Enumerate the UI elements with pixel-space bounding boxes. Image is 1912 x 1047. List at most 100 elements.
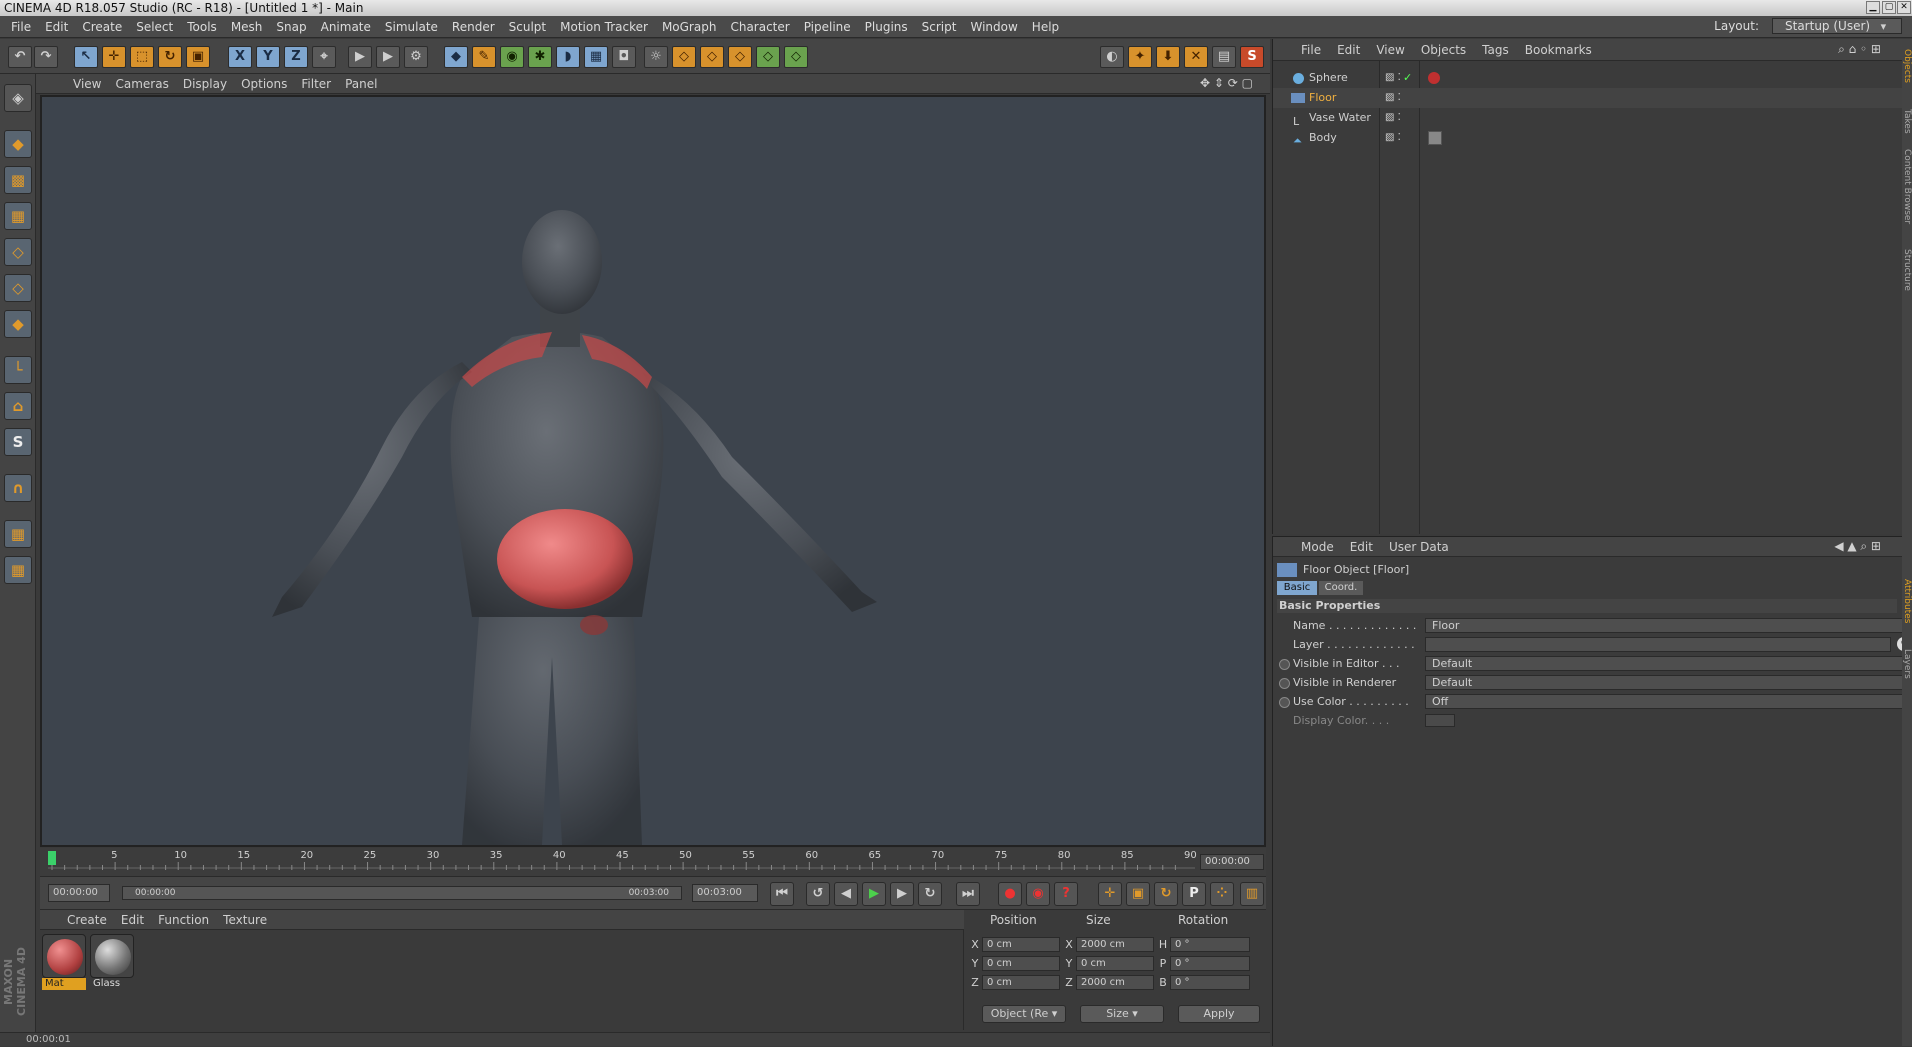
key-scale-icon[interactable]: ▣ xyxy=(1126,882,1150,906)
pen-spline-icon[interactable]: ✎ xyxy=(472,46,496,68)
rotation-h-field[interactable]: 0 ° xyxy=(1170,937,1250,952)
object-row-sphere[interactable]: Sphere ▨ ⁚ ✓ xyxy=(1273,68,1903,88)
tag-icon-1[interactable]: ◇ xyxy=(672,46,696,68)
material-menu-texture[interactable]: Texture xyxy=(216,913,274,927)
menu-create[interactable]: Create xyxy=(75,20,129,34)
object-menu-file[interactable]: File xyxy=(1293,43,1329,57)
polygons-mode-icon[interactable]: ◆ xyxy=(4,310,32,338)
size-mode-dropdown[interactable]: Size ▾ xyxy=(1080,1005,1164,1023)
locked-workplane-icon[interactable]: ▦ xyxy=(4,556,32,584)
menu-pipeline[interactable]: Pipeline xyxy=(797,20,858,34)
viewport-menu-options[interactable]: Options xyxy=(234,77,294,91)
animate-radio-icon[interactable] xyxy=(1279,659,1290,670)
timeline-ruler[interactable]: 051015202530354045505560657075808590 00:… xyxy=(40,848,1266,876)
make-editable-icon[interactable]: ◈ xyxy=(4,84,32,112)
render-picture-viewer-icon[interactable]: ▶ xyxy=(376,46,400,68)
scale-icon[interactable]: ⬚ xyxy=(130,46,154,68)
layer-field[interactable] xyxy=(1425,637,1891,652)
subdivision-surface-icon[interactable]: ◉ xyxy=(500,46,524,68)
tag-icon-3[interactable]: ◇ xyxy=(728,46,752,68)
object-menu-bookmarks[interactable]: Bookmarks xyxy=(1517,43,1600,57)
script-s-icon[interactable]: S xyxy=(1240,46,1264,68)
axis-mode-icon[interactable]: └ xyxy=(4,356,32,384)
viewport-menu-cameras[interactable]: Cameras xyxy=(108,77,175,91)
material-preview-icon[interactable]: ◐ xyxy=(1100,46,1124,68)
menu-animate[interactable]: Animate xyxy=(314,20,378,34)
viewport-menu-view[interactable]: View xyxy=(66,77,108,91)
floor-object-icon[interactable]: ▦ xyxy=(584,46,608,68)
menu-mesh[interactable]: Mesh xyxy=(224,20,270,34)
menu-select[interactable]: Select xyxy=(129,20,180,34)
undo-icon[interactable]: ↶ xyxy=(8,46,32,68)
visible-in-renderer-dropdown[interactable]: Default xyxy=(1425,675,1911,690)
material-swatch-mat[interactable]: Mat xyxy=(42,934,86,990)
visibility-dots[interactable]: ▨ ⁚ xyxy=(1385,88,1401,108)
end-time-field[interactable]: 00:03:00 xyxy=(692,884,758,902)
side-tab-attributes[interactable]: Attributes xyxy=(1902,579,1912,623)
current-time-field[interactable]: 00:00:00 xyxy=(1200,854,1264,870)
coordinate-mode-dropdown[interactable]: Object (Re ▾ xyxy=(982,1005,1066,1023)
close-icon[interactable]: ✕ xyxy=(1897,1,1911,14)
object-row-floor[interactable]: Floor ▨ ⁚ xyxy=(1273,88,1903,108)
size-z-field[interactable]: 2000 cm xyxy=(1076,975,1154,990)
magnet-icon[interactable]: ∩ xyxy=(4,474,32,502)
object-search-icon[interactable]: ⌕ ⌂ ◦ ⊞ xyxy=(1830,42,1889,57)
edges-mode-icon[interactable]: ◇ xyxy=(4,274,32,302)
go-to-end-icon[interactable]: ⏭ xyxy=(956,882,980,906)
use-color-dropdown[interactable]: Off xyxy=(1425,694,1911,709)
attribute-menu-user-data[interactable]: User Data xyxy=(1381,540,1457,554)
light-icon[interactable]: ☼ xyxy=(644,46,668,68)
record-keys-icon[interactable]: ● xyxy=(998,882,1022,906)
tag-icon-4[interactable]: ◇ xyxy=(756,46,780,68)
side-tab-objects[interactable]: Objects xyxy=(1902,49,1912,83)
y-axis-lock-button[interactable]: Y xyxy=(256,46,280,68)
points-mode-icon[interactable]: ◇ xyxy=(4,238,32,266)
render-view-icon[interactable]: ▶ xyxy=(348,46,372,68)
visibility-dots[interactable]: ▨ ⁚ xyxy=(1385,108,1401,128)
tag-icon-2[interactable]: ◇ xyxy=(700,46,724,68)
size-x-field[interactable]: 2000 cm xyxy=(1076,937,1154,952)
next-key-icon[interactable]: ↻ xyxy=(918,882,942,906)
menu-window[interactable]: Window xyxy=(963,20,1024,34)
position-x-field[interactable]: 0 cm xyxy=(982,937,1060,952)
viewport-menu-display[interactable]: Display xyxy=(176,77,234,91)
viewport-menu-panel[interactable]: Panel xyxy=(338,77,384,91)
menu-script[interactable]: Script xyxy=(915,20,964,34)
menu-mograph[interactable]: MoGraph xyxy=(655,20,724,34)
render-settings-icon[interactable]: ⚙ xyxy=(404,46,428,68)
side-tab-content-browser[interactable]: Content Browser xyxy=(1902,149,1912,224)
side-tab-takes[interactable]: Takes xyxy=(1902,109,1912,134)
model-mode-icon[interactable]: ◆ xyxy=(4,130,32,158)
visible-in-editor-dropdown[interactable]: Default xyxy=(1425,656,1911,671)
playhead-marker[interactable] xyxy=(48,851,56,865)
object-menu-tags[interactable]: Tags xyxy=(1474,43,1517,57)
material-menu-edit[interactable]: Edit xyxy=(114,913,151,927)
menu-file[interactable]: File xyxy=(4,20,38,34)
deformer-icon[interactable]: ◗ xyxy=(556,46,580,68)
3d-viewport[interactable] xyxy=(40,95,1266,847)
menu-simulate[interactable]: Simulate xyxy=(378,20,445,34)
go-to-start-icon[interactable]: ⏮ xyxy=(770,882,794,906)
viewport-menu-filter[interactable]: Filter xyxy=(294,77,338,91)
visibility-dots[interactable]: ▨ ⁚ xyxy=(1385,128,1401,148)
axis-modify-icon[interactable]: ✕ xyxy=(1184,46,1208,68)
camera-icon[interactable]: ◘ xyxy=(612,46,636,68)
display-color-swatch[interactable] xyxy=(1425,714,1455,727)
attribute-nav-icons[interactable]: ◀ ▲ ⌕ ⊞ xyxy=(1826,539,1889,554)
maximize-icon[interactable]: ▢ xyxy=(1882,1,1896,14)
visibility-dots[interactable]: ▨ ⁚ xyxy=(1385,68,1401,88)
texture-mode-icon[interactable]: ▩ xyxy=(4,166,32,194)
snapping-icon[interactable]: S xyxy=(4,428,32,456)
key-parameter-icon[interactable]: P xyxy=(1182,882,1206,906)
menu-help[interactable]: Help xyxy=(1025,20,1066,34)
rotation-b-field[interactable]: 0 ° xyxy=(1170,975,1250,990)
name-field[interactable]: Floor xyxy=(1425,618,1911,633)
object-menu-objects[interactable]: Objects xyxy=(1413,43,1474,57)
cube-primitive-icon[interactable]: ◆ xyxy=(444,46,468,68)
minimize-icon[interactable]: ▁ xyxy=(1866,1,1880,14)
key-pla-icon[interactable]: ⁘ xyxy=(1210,882,1234,906)
start-time-field[interactable]: 00:00:00 xyxy=(48,884,110,902)
material-swatch-glass[interactable]: Glass xyxy=(90,934,134,990)
tag-icon-5[interactable]: ◇ xyxy=(784,46,808,68)
preview-range-slider[interactable]: 00:00:00 00:03:00 xyxy=(122,886,682,900)
